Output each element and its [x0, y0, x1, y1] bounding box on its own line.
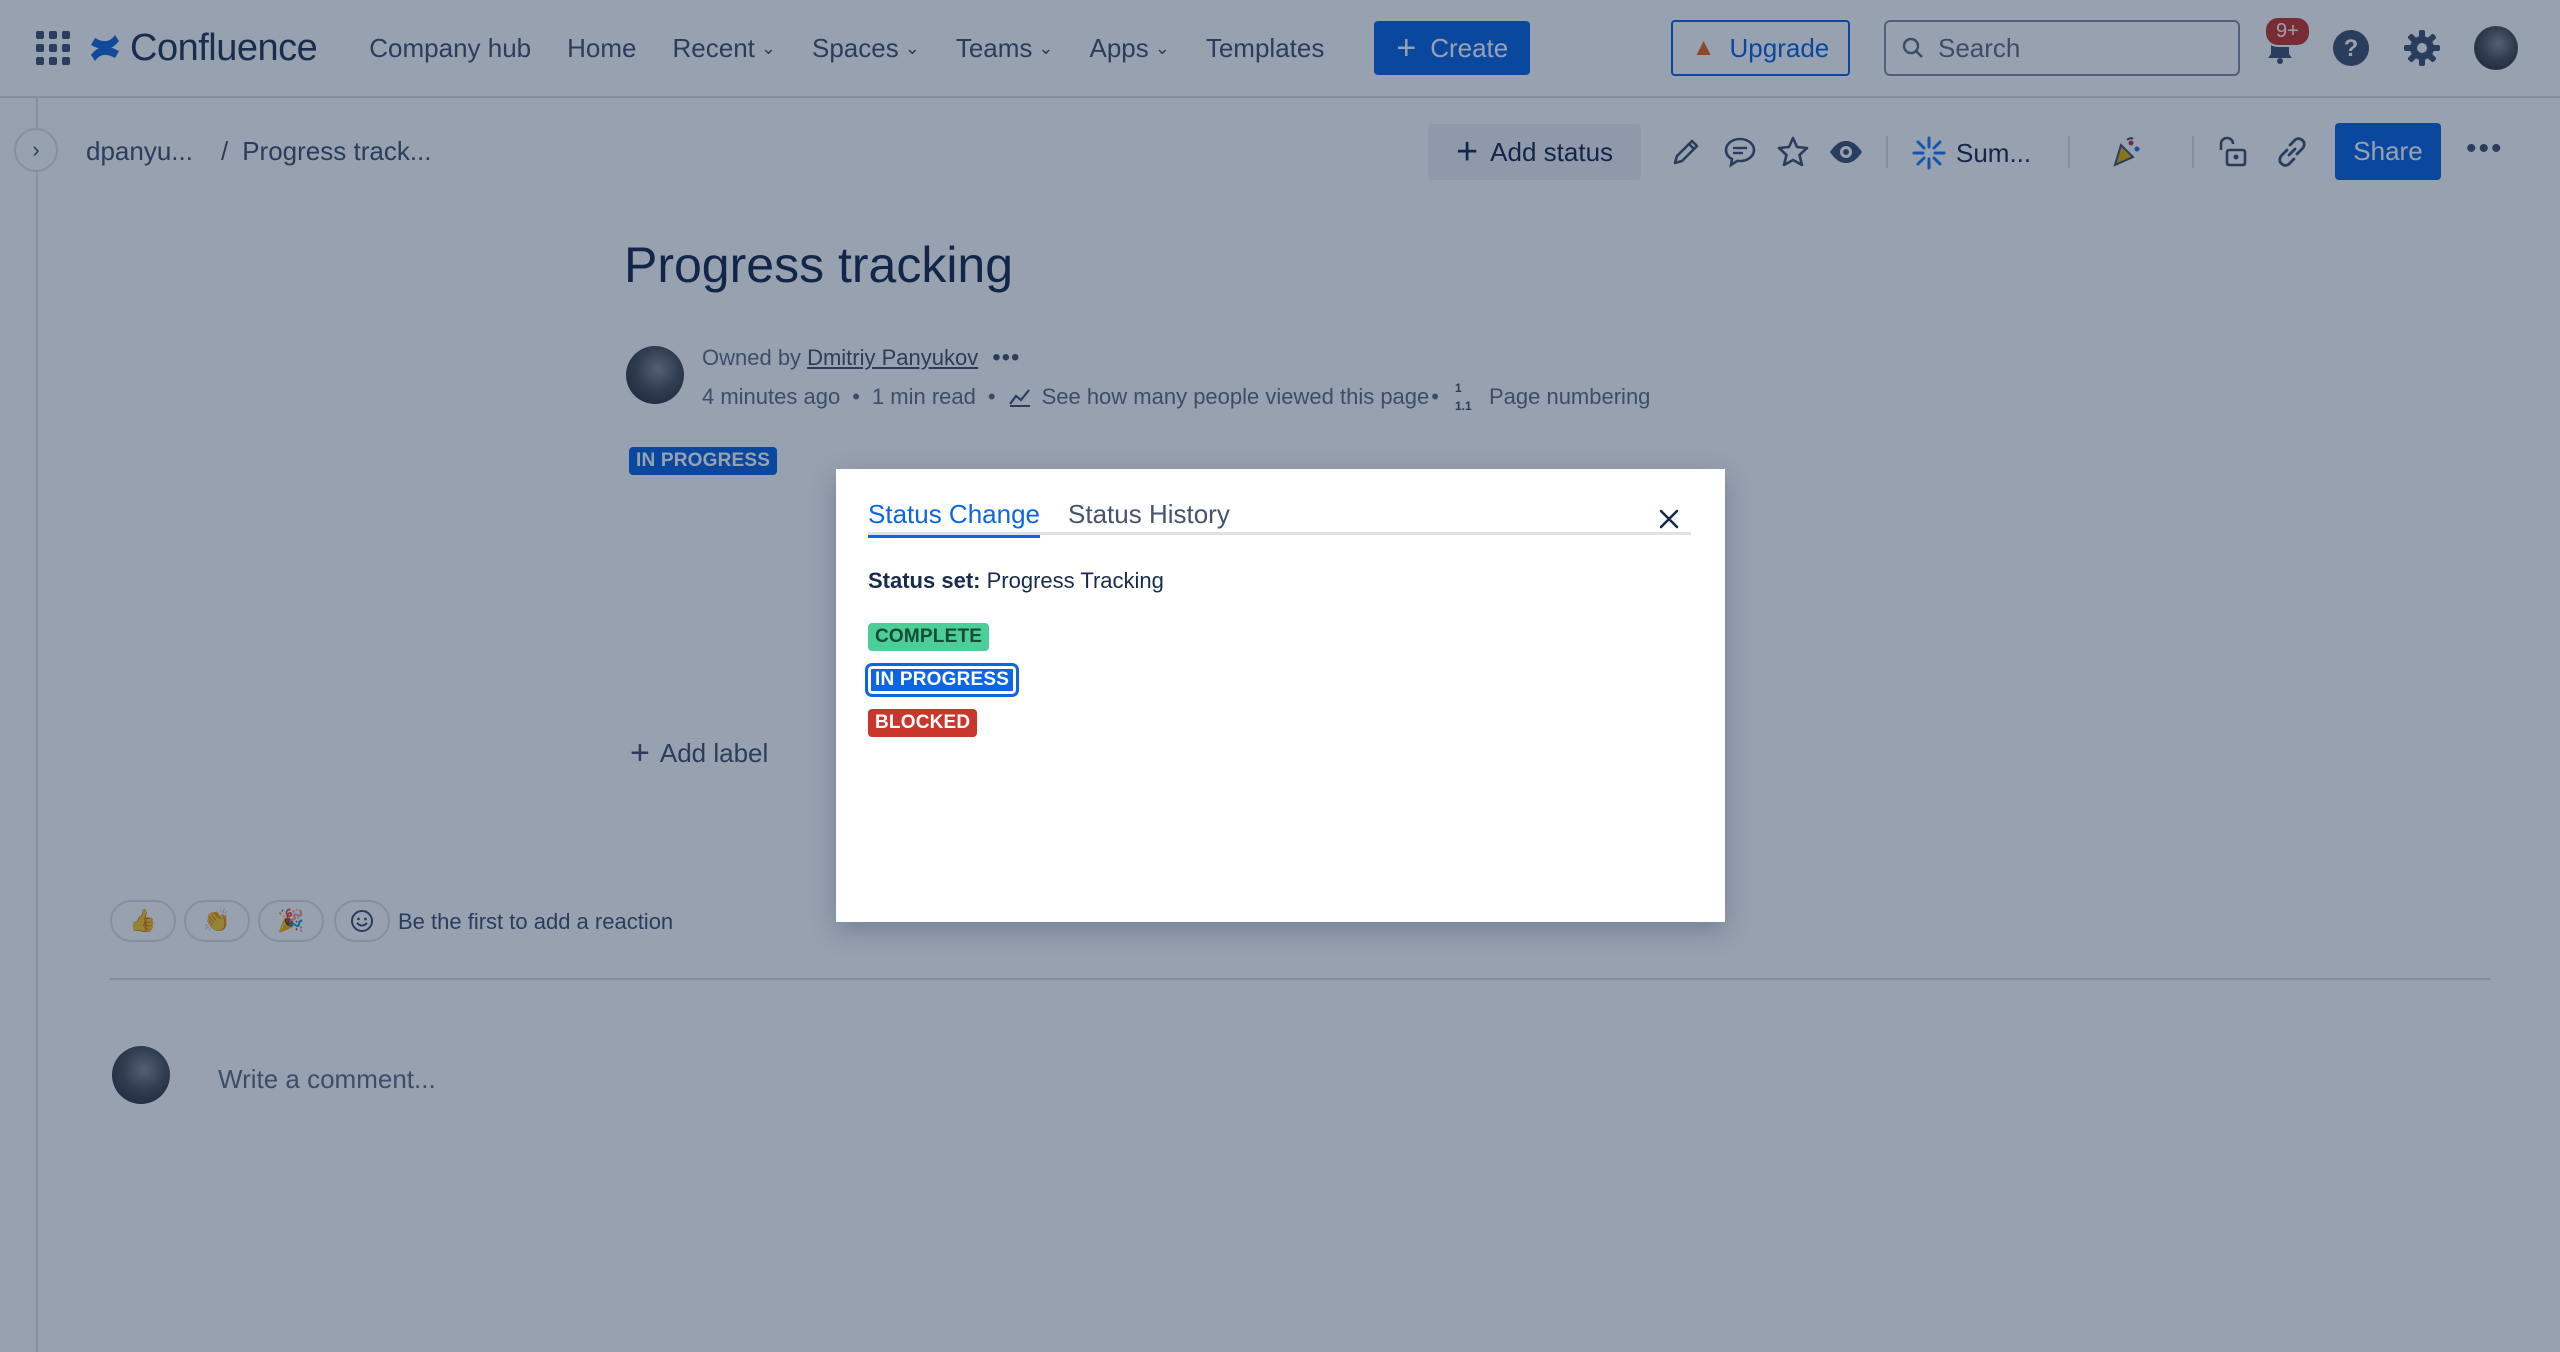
- status-set-value: Progress Tracking: [986, 568, 1164, 593]
- status-lozenge: IN PROGRESS: [864, 663, 1020, 697]
- tab-status-change[interactable]: Status Change: [868, 499, 1041, 538]
- tab-status-history[interactable]: Status History: [1068, 499, 1230, 535]
- status-lozenge: BLOCKED: [868, 709, 978, 737]
- status-dialog-tabs: Status Change Status History: [868, 499, 1691, 538]
- status-set-line: Status set: Progress Tracking: [868, 568, 1164, 594]
- status-option-blocked[interactable]: BLOCKED: [868, 709, 978, 737]
- status-dialog: Status Change Status History Status set:…: [836, 469, 1725, 922]
- close-button[interactable]: [1651, 501, 1687, 537]
- status-option-complete[interactable]: COMPLETE: [868, 623, 990, 651]
- status-lozenge: COMPLETE: [868, 623, 990, 651]
- close-icon: [1659, 509, 1679, 529]
- status-set-label: Status set:: [868, 568, 981, 593]
- status-option-in-progress[interactable]: IN PROGRESS: [864, 663, 1020, 697]
